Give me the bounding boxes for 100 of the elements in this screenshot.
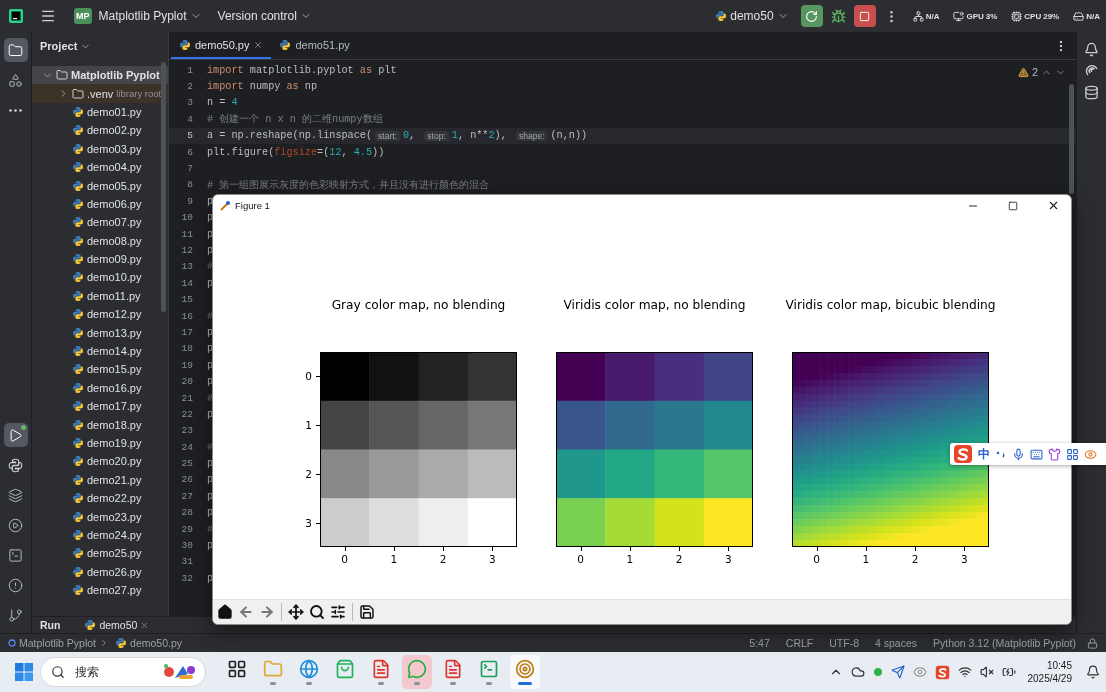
status-item[interactable]: 4 spaces (869, 637, 922, 649)
chat-icon (407, 659, 427, 679)
tree-item[interactable]: demo01.py (32, 102, 168, 122)
line-number: 10 (180, 212, 193, 224)
project-selector[interactable]: MP Matplotlib Pyplot (70, 5, 206, 27)
tree-item[interactable]: Matplotlib Pyplot (32, 66, 168, 85)
menu-icon[interactable] (40, 8, 56, 24)
status-item[interactable]: 5:47 (744, 637, 775, 649)
line-number: 32 (180, 572, 193, 584)
shirt-icon[interactable] (1048, 447, 1061, 461)
tree-item[interactable]: demo04.py (32, 157, 168, 177)
status-item[interactable]: CRLF (780, 637, 819, 649)
tree-item[interactable]: demo18.py (32, 415, 168, 434)
clock[interactable]: 10:45 2025/4/29 (1027, 659, 1072, 685)
tree-item[interactable]: demo03.py (32, 139, 168, 158)
run-config-selector[interactable]: demo50 (711, 6, 793, 26)
code-text: p (207, 572, 214, 584)
cloud-icon[interactable] (850, 665, 865, 679)
stop-button[interactable] (853, 5, 876, 27)
code-text: p (207, 245, 214, 256)
line-number: 14 (180, 277, 193, 289)
window-title: Figure 1 (235, 200, 270, 211)
tool-window-button[interactable] (3, 38, 28, 62)
grid-icon[interactable] (1066, 447, 1079, 461)
tick-label: 0 (556, 547, 606, 599)
rerun-button[interactable] (800, 5, 823, 27)
tree-item[interactable]: demo11.py (32, 286, 168, 306)
code-text: import matplotlib.pyplot as plt (207, 64, 397, 76)
eye-icon[interactable] (1084, 447, 1097, 461)
tree-item[interactable]: demo02.py (32, 121, 168, 140)
tool-window-button[interactable] (3, 423, 28, 447)
system-monitor: N/A (1073, 10, 1100, 22)
vcs-menu[interactable]: Version control (213, 6, 316, 26)
tree-item[interactable]: demo14.py (32, 341, 168, 361)
code-text: p (207, 212, 214, 224)
wifi-icon[interactable] (957, 665, 972, 679)
status-item[interactable]: Python 3.12 (Matplotlib Pyplot) (928, 637, 1081, 649)
tree-item[interactable]: demo26.py (32, 562, 168, 581)
input-mode[interactable]: 中 (978, 445, 990, 463)
line-number: 9 (186, 195, 193, 207)
tree-item[interactable]: demo15.py (32, 360, 168, 379)
tree-item[interactable]: demo13.py (32, 323, 168, 342)
python-file-icon (72, 271, 84, 284)
line-number: 5 (186, 130, 193, 142)
tree-item[interactable]: demo05.py (32, 176, 168, 195)
status-dot[interactable] (872, 667, 883, 677)
search-field[interactable]: 搜索 (73, 664, 153, 680)
tree-item[interactable]: demo22.py (32, 489, 168, 508)
status-item[interactable]: UTF-8 (824, 637, 864, 649)
code-text: p (207, 343, 214, 355)
tree-item[interactable]: demo19.py (32, 433, 168, 453)
python-file-icon (72, 473, 84, 486)
tree-item[interactable]: demo08.py (32, 231, 168, 250)
bug-icon[interactable] (830, 8, 846, 24)
tick-label: 1 (304, 400, 320, 450)
tick-label: 2 (890, 547, 940, 599)
tree-item[interactable]: demo07.py (32, 213, 168, 232)
tick-label: 3 (703, 547, 753, 599)
windows-icon[interactable] (14, 662, 34, 682)
tree-item[interactable]: demo10.py (32, 268, 168, 287)
tree-item[interactable]: demo09.py (32, 249, 168, 269)
close-icon[interactable] (253, 39, 264, 50)
tick-label: 2 (418, 547, 468, 599)
mute-icon[interactable] (979, 665, 994, 679)
warning-indicator[interactable]: 2 (1017, 66, 1066, 78)
lock-icon[interactable] (1087, 637, 1098, 649)
tree-item[interactable]: demo25.py (32, 544, 168, 563)
run-icon (8, 427, 23, 443)
python-file-icon (72, 565, 84, 578)
code-text: p (207, 507, 214, 519)
tree-item[interactable]: demo23.py (32, 507, 168, 526)
run-tab[interactable]: demo50 (84, 619, 150, 631)
file-tab[interactable]: demo50.py (171, 32, 272, 59)
keyboard-icon[interactable] (1030, 447, 1043, 461)
mic-icon[interactable] (1012, 447, 1025, 461)
bell-icon[interactable] (1086, 665, 1100, 679)
tick-label: 2 (304, 449, 320, 499)
heatmap-cell (605, 352, 655, 402)
system-monitor: CPU 29% (1011, 10, 1060, 22)
tree-item[interactable]: demo17.py (32, 397, 168, 416)
search-bar[interactable]: 搜索 (40, 657, 206, 687)
drive-icon (1073, 10, 1085, 22)
tree-item[interactable]: demo27.py (32, 580, 168, 600)
file-tab[interactable]: demo51.py (271, 32, 358, 59)
bell-icon[interactable] (1084, 42, 1099, 57)
tree-item[interactable]: demo12.py (32, 305, 168, 324)
python-file-icon (72, 197, 84, 210)
battery-icon[interactable] (1001, 665, 1016, 679)
send-icon[interactable] (890, 665, 905, 679)
tree-item[interactable]: demo06.py (32, 194, 168, 214)
line-number: 6 (186, 146, 193, 158)
folder-icon (8, 42, 23, 58)
tree-item[interactable]: .venv library root (32, 84, 168, 103)
save-icon (359, 604, 375, 620)
tree-item[interactable]: demo20.py (32, 452, 168, 471)
database-icon[interactable] (1084, 85, 1099, 100)
tree-item[interactable]: demo16.py (32, 378, 168, 398)
tree-item[interactable]: demo21.py (32, 470, 168, 489)
tree-item[interactable]: demo24.py (32, 525, 168, 545)
tick-label: 1 (369, 547, 419, 599)
